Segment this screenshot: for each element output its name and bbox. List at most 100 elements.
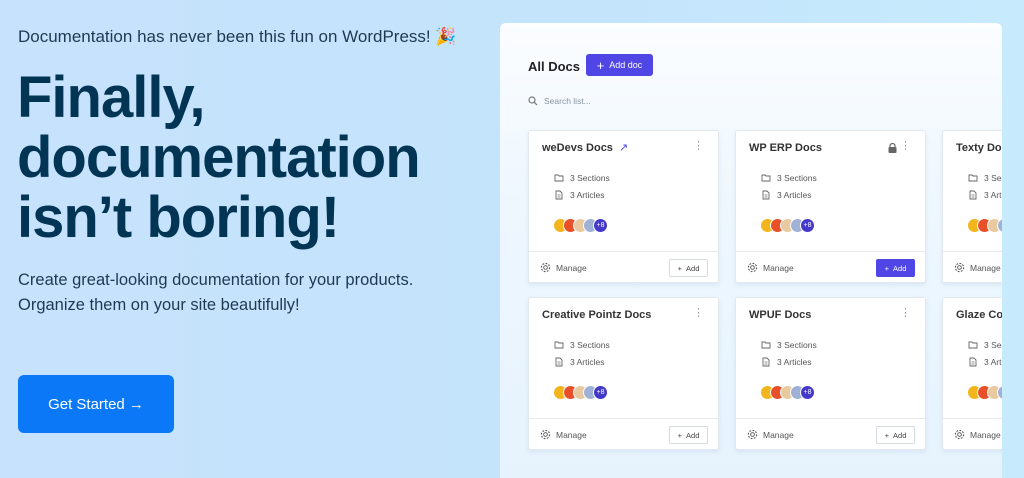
articles-label: 3 Articles bbox=[984, 357, 1002, 367]
gear-icon bbox=[954, 429, 965, 440]
add-article-button[interactable]: + Add bbox=[669, 426, 708, 444]
gear-icon bbox=[540, 262, 551, 273]
plus-icon: + bbox=[596, 57, 605, 73]
add-article-button[interactable]: + Add bbox=[876, 259, 915, 277]
divider bbox=[736, 251, 925, 252]
contributors: +8 bbox=[967, 385, 1002, 400]
articles-count: 3 Articles bbox=[554, 190, 605, 200]
folder-icon bbox=[968, 174, 978, 182]
doc-title[interactable]: WP ERP Docs bbox=[749, 142, 822, 154]
sections-count: 3 Sections bbox=[761, 173, 817, 183]
sections-label: 3 Sections bbox=[777, 173, 817, 183]
articles-label: 3 Articles bbox=[777, 190, 812, 200]
more-options-icon[interactable]: ⋮ bbox=[900, 307, 911, 319]
add-doc-button[interactable]: + Add doc bbox=[586, 54, 653, 76]
document-icon bbox=[969, 357, 977, 367]
get-started-button[interactable]: Get Started → bbox=[18, 375, 174, 433]
doc-card: WPUF Docs ⋮ 3 Sections 3 Articles +8 Manage + A… bbox=[735, 297, 926, 450]
articles-label: 3 Articles bbox=[570, 190, 605, 200]
add-article-button[interactable]: + Add bbox=[876, 426, 915, 444]
articles-label: 3 Articles bbox=[984, 190, 1002, 200]
manage-button[interactable]: Manage bbox=[954, 262, 1001, 273]
plus-icon: + bbox=[677, 263, 683, 273]
more-options-icon[interactable]: ⋮ bbox=[900, 140, 911, 152]
manage-button[interactable]: Manage bbox=[540, 262, 587, 273]
search-input[interactable]: Search list... bbox=[528, 96, 591, 106]
more-contributors: +8 bbox=[800, 385, 815, 400]
sections-count: 3 Sections bbox=[968, 340, 1002, 350]
articles-label: 3 Articles bbox=[570, 357, 605, 367]
divider bbox=[529, 418, 718, 419]
divider bbox=[943, 251, 1002, 252]
doc-card: WP ERP Docs ⋮ 3 Sections 3 Articles +8 Manage… bbox=[735, 130, 926, 283]
sections-label: 3 Sections bbox=[570, 340, 610, 350]
add-article-button[interactable]: + Add bbox=[669, 259, 708, 277]
add-label: Add bbox=[893, 263, 907, 273]
manage-button[interactable]: Manage bbox=[540, 429, 587, 440]
gear-icon bbox=[747, 262, 758, 273]
docs-panel: All Docs + Add doc Search list... weDevs … bbox=[500, 23, 1002, 478]
doc-card: Creative Pointz Docs ⋮ 3 Sections 3 Article… bbox=[528, 297, 719, 450]
sections-count: 3 Sections bbox=[554, 340, 610, 350]
gear-icon bbox=[540, 429, 551, 440]
articles-count: 3 Articles bbox=[761, 357, 812, 367]
articles-count: 3 Articles bbox=[761, 190, 812, 200]
divider bbox=[943, 418, 1002, 419]
folder-icon bbox=[761, 341, 771, 349]
document-icon bbox=[555, 357, 563, 367]
tagline: Documentation has never been this fun on… bbox=[18, 27, 457, 46]
manage-button[interactable]: Manage bbox=[954, 429, 1001, 440]
subtitle: Create great-looking documentation for y… bbox=[18, 271, 414, 314]
document-icon bbox=[555, 190, 563, 200]
add-label: Add bbox=[893, 430, 907, 440]
sections-label: 3 Sections bbox=[984, 173, 1002, 183]
manage-label: Manage bbox=[763, 429, 794, 440]
articles-count: 3 Articles bbox=[968, 357, 1002, 367]
doc-title[interactable]: weDevs Docs bbox=[542, 142, 613, 154]
more-options-icon[interactable]: ⋮ bbox=[693, 307, 704, 319]
doc-title[interactable]: Glaze Co bbox=[956, 309, 1002, 321]
sections-label: 3 Sections bbox=[570, 173, 610, 183]
doc-card: Texty Docs⋮3 Sections3 Articles+8Manage+… bbox=[942, 130, 1002, 283]
plus-icon: + bbox=[884, 430, 890, 440]
more-contributors: +8 bbox=[800, 218, 815, 233]
headline: Finally, documentation isn’t boring! bbox=[17, 65, 421, 250]
manage-label: Manage bbox=[970, 262, 1001, 273]
document-icon bbox=[762, 190, 770, 200]
doc-card: Glaze Co⋮3 Sections3 Articles+8Manage+Ad… bbox=[942, 297, 1002, 450]
doc-title[interactable]: Creative Pointz Docs bbox=[542, 309, 651, 321]
doc-title[interactable]: WPUF Docs bbox=[749, 309, 811, 321]
contributors: +8 bbox=[760, 218, 815, 233]
external-link-icon[interactable]: ↗ bbox=[619, 141, 628, 154]
articles-count: 3 Articles bbox=[554, 357, 605, 367]
manage-button[interactable]: Manage bbox=[747, 429, 794, 440]
manage-button[interactable]: Manage bbox=[747, 262, 794, 273]
articles-count: 3 Articles bbox=[968, 190, 1002, 200]
articles-label: 3 Articles bbox=[777, 357, 812, 367]
manage-label: Manage bbox=[556, 262, 587, 273]
plus-icon: + bbox=[677, 430, 683, 440]
folder-icon bbox=[554, 174, 564, 182]
gear-icon bbox=[954, 262, 965, 273]
more-options-icon[interactable]: ⋮ bbox=[693, 140, 704, 152]
contributors: +8 bbox=[553, 385, 608, 400]
search-placeholder: Search list... bbox=[544, 96, 591, 106]
gear-icon bbox=[747, 429, 758, 440]
doc-card: weDevs Docs ↗ ⋮ 3 Sections 3 Articles +8 Manag… bbox=[528, 130, 719, 283]
search-icon bbox=[528, 96, 538, 106]
doc-title[interactable]: Texty Docs bbox=[956, 142, 1002, 154]
divider bbox=[736, 418, 925, 419]
manage-label: Manage bbox=[556, 429, 587, 440]
lock-icon bbox=[888, 143, 897, 153]
sections-label: 3 Sections bbox=[984, 340, 1002, 350]
plus-icon: + bbox=[884, 263, 890, 273]
more-contributors: +8 bbox=[593, 218, 608, 233]
add-doc-label: Add doc bbox=[609, 60, 643, 70]
contributors: +8 bbox=[967, 218, 1002, 233]
divider bbox=[529, 251, 718, 252]
add-label: Add bbox=[686, 430, 700, 440]
contributors: +8 bbox=[553, 218, 608, 233]
manage-label: Manage bbox=[970, 429, 1001, 440]
contributors: +8 bbox=[760, 385, 815, 400]
panel-title: All Docs bbox=[528, 59, 581, 74]
